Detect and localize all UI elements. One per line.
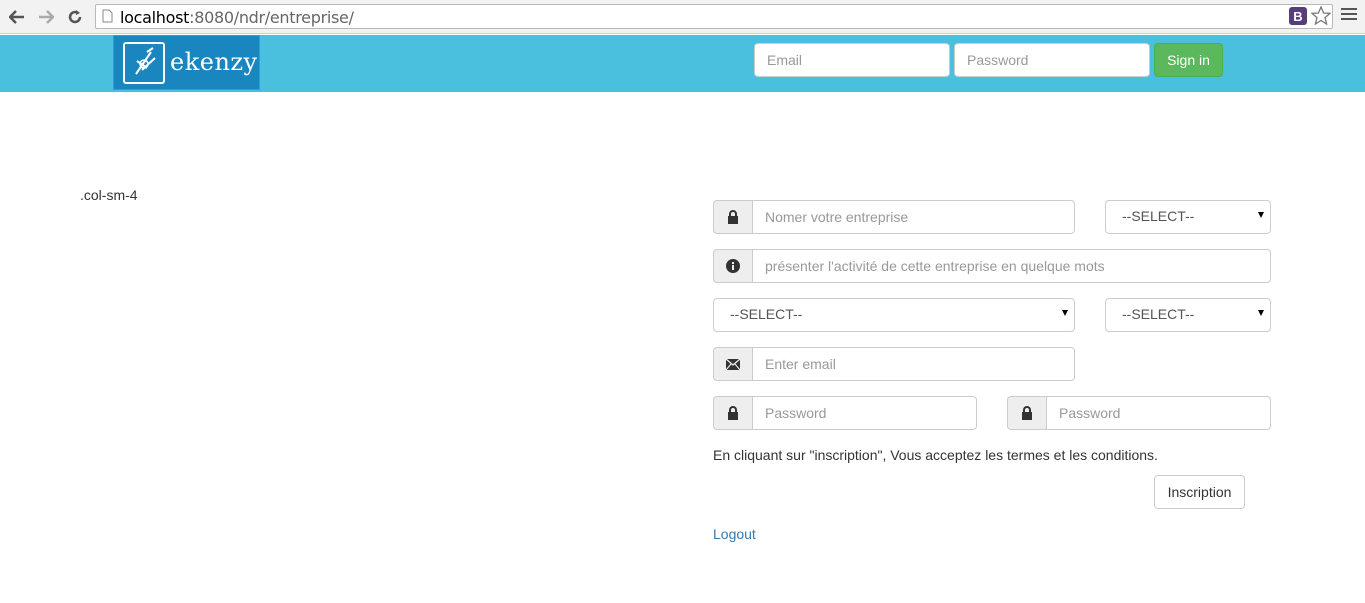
- caret-down-icon: [1258, 212, 1264, 218]
- logout-link[interactable]: Logout: [713, 526, 756, 542]
- caret-down-icon: [1258, 310, 1264, 316]
- url-text: localhost:8080/ndr/entreprise/: [120, 8, 354, 27]
- password-input[interactable]: [752, 396, 977, 430]
- select-3-value: --SELECT--: [1122, 306, 1195, 322]
- terms-text: En cliquant sur "inscription", Vous acce…: [713, 447, 1158, 463]
- address-bar[interactable]: localhost:8080/ndr/entreprise/: [95, 4, 1333, 29]
- caret-down-icon: [1062, 310, 1068, 316]
- logo[interactable]: ekenzy: [113, 35, 260, 90]
- activity-group: [713, 249, 1271, 283]
- bootstrap-extension-icon[interactable]: B: [1289, 7, 1307, 25]
- confirm-password-group: [1007, 396, 1271, 430]
- reload-icon[interactable]: [64, 6, 86, 28]
- select-2[interactable]: --SELECT--: [713, 298, 1075, 332]
- browser-toolbar: localhost:8080/ndr/entreprise/ B: [0, 0, 1365, 34]
- logo-emblem-icon: [123, 42, 165, 84]
- select-1-value: --SELECT--: [1122, 208, 1195, 224]
- page-icon: [102, 9, 113, 28]
- company-name-group: [713, 200, 1075, 234]
- lock-icon: [1007, 396, 1046, 430]
- lock-icon: [713, 200, 752, 234]
- inscription-button[interactable]: Inscription: [1154, 475, 1245, 509]
- email-group: [713, 347, 1075, 381]
- lock-icon: [713, 396, 752, 430]
- envelope-icon: [713, 347, 752, 381]
- password-group: [713, 396, 977, 430]
- back-icon[interactable]: [6, 6, 28, 28]
- browser-menu-icon[interactable]: [1341, 8, 1357, 23]
- bookmark-star-icon[interactable]: [1310, 5, 1332, 31]
- select-1[interactable]: --SELECT--: [1105, 200, 1271, 234]
- confirm-password-input[interactable]: [1046, 396, 1271, 430]
- company-name-input[interactable]: [752, 200, 1075, 234]
- sign-in-button[interactable]: Sign in: [1154, 43, 1223, 77]
- navbar-password-input[interactable]: [954, 43, 1150, 77]
- select-2-value: --SELECT--: [730, 306, 803, 322]
- navbar-email-input[interactable]: [754, 43, 950, 77]
- email-input[interactable]: [752, 347, 1075, 381]
- forward-icon[interactable]: [35, 6, 57, 28]
- navbar: ekenzy Sign in: [0, 35, 1365, 92]
- column-placeholder-text: .col-sm-4: [80, 187, 138, 203]
- activity-input[interactable]: [752, 249, 1271, 283]
- select-3[interactable]: --SELECT--: [1105, 298, 1271, 332]
- info-icon: [713, 249, 752, 283]
- logo-text: ekenzy: [170, 48, 258, 76]
